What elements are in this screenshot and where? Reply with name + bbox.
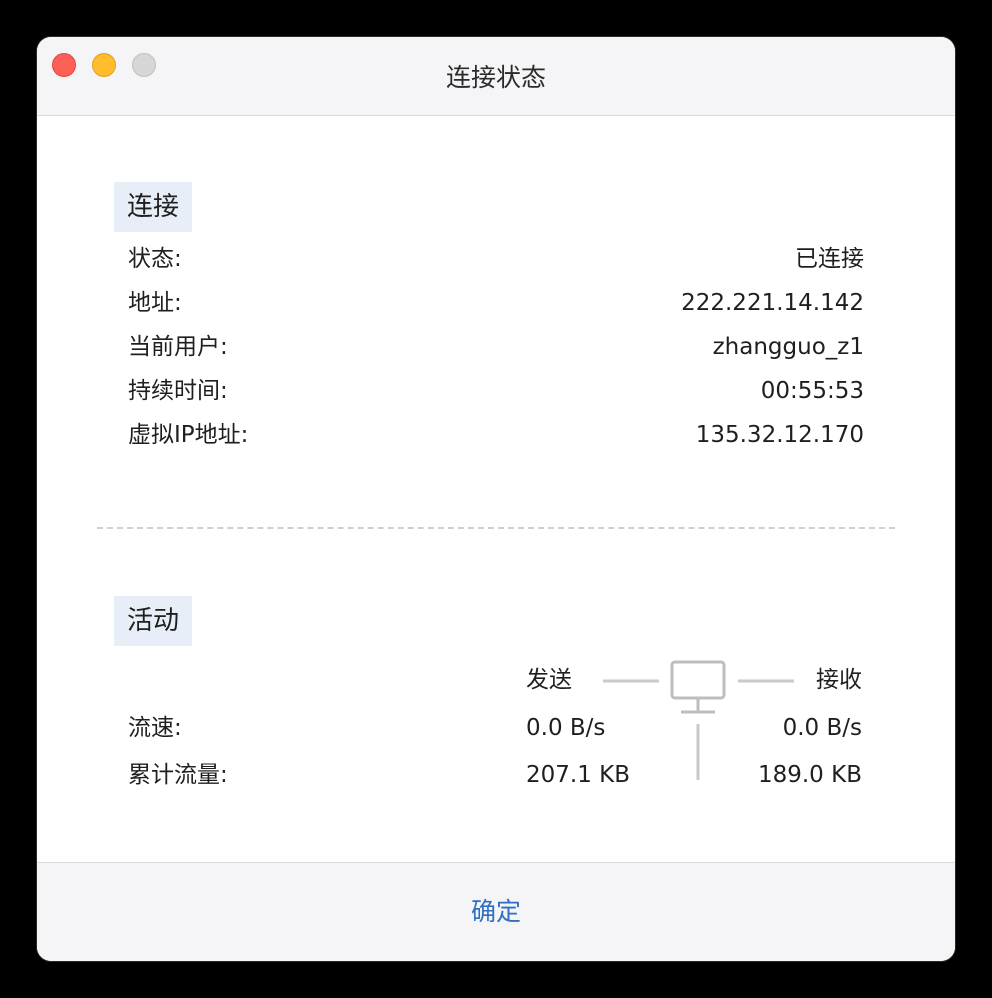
send-header: 发送 [526,667,572,693]
duration-value: 00:55:53 [760,378,864,404]
status-value: 已连接 [795,246,864,272]
total-receive-value: 189.0 KB [757,762,862,788]
virtual-ip-label: 虚拟IP地址: [128,422,249,448]
section-divider [97,527,895,529]
rate-receive-value: 0.0 B/s [782,715,862,741]
dialog-footer: 确定 [37,862,955,961]
address-label: 地址: [128,290,182,316]
rate-label: 流速: [128,715,182,741]
ok-button[interactable]: 确定 [446,895,546,929]
connection-status-window: 连接状态 连接 状态: 已连接 地址: 222.221.14.142 当前用户:… [37,37,955,961]
current-user-value: zhangguo_z1 [712,334,864,360]
status-label: 状态: [128,246,182,272]
total-traffic-label: 累计流量: [128,762,228,788]
address-value: 222.221.14.142 [681,290,864,316]
rate-send-value: 0.0 B/s [526,715,606,741]
duration-label: 持续时间: [128,378,228,404]
section-activity-label: 活动 [114,596,193,646]
section-connection-label: 连接 [114,182,193,232]
title-bar: 连接状态 [37,37,955,116]
virtual-ip-value: 135.32.12.170 [695,422,864,448]
current-user-label: 当前用户: [128,334,228,360]
total-send-value: 207.1 KB [526,762,631,788]
window-title: 连接状态 [445,63,546,92]
